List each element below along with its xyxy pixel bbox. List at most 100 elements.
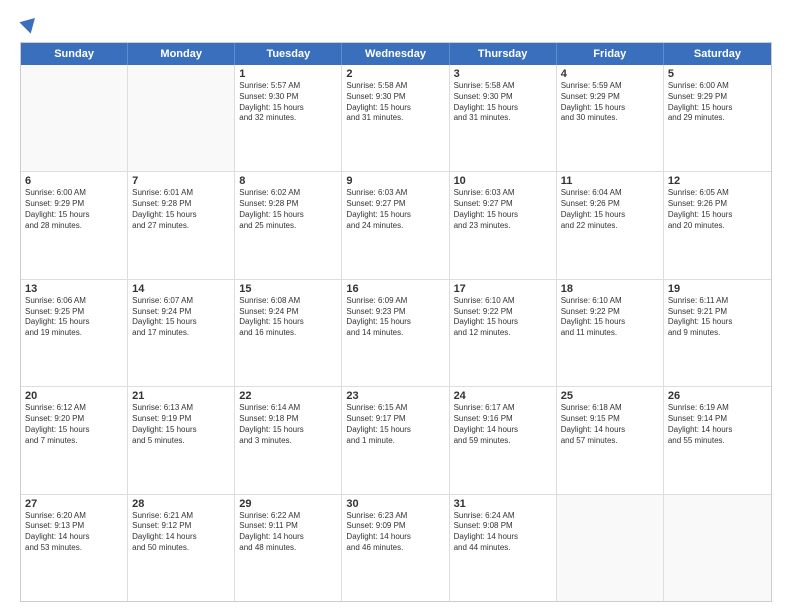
day-cell-22: 22Sunrise: 6:14 AMSunset: 9:18 PMDayligh… bbox=[235, 387, 342, 493]
cell-info: Sunrise: 6:21 AMSunset: 9:12 PMDaylight:… bbox=[132, 511, 230, 554]
day-cell-15: 15Sunrise: 6:08 AMSunset: 9:24 PMDayligh… bbox=[235, 280, 342, 386]
day-cell-29: 29Sunrise: 6:22 AMSunset: 9:11 PMDayligh… bbox=[235, 495, 342, 601]
cell-info: Sunrise: 6:04 AMSunset: 9:26 PMDaylight:… bbox=[561, 188, 659, 231]
cell-info: Sunrise: 6:19 AMSunset: 9:14 PMDaylight:… bbox=[668, 403, 767, 446]
cell-info: Sunrise: 6:14 AMSunset: 9:18 PMDaylight:… bbox=[239, 403, 337, 446]
cell-info: Sunrise: 6:10 AMSunset: 9:22 PMDaylight:… bbox=[561, 296, 659, 339]
calendar-row-2: 13Sunrise: 6:06 AMSunset: 9:25 PMDayligh… bbox=[21, 280, 771, 387]
day-number: 7 bbox=[132, 175, 230, 187]
cell-info: Sunrise: 5:57 AMSunset: 9:30 PMDaylight:… bbox=[239, 81, 337, 124]
header-day-thursday: Thursday bbox=[450, 43, 557, 65]
day-number: 24 bbox=[454, 390, 552, 402]
day-cell-26: 26Sunrise: 6:19 AMSunset: 9:14 PMDayligh… bbox=[664, 387, 771, 493]
header-day-friday: Friday bbox=[557, 43, 664, 65]
day-cell-23: 23Sunrise: 6:15 AMSunset: 9:17 PMDayligh… bbox=[342, 387, 449, 493]
logo-triangle-icon bbox=[19, 12, 40, 33]
calendar-row-3: 20Sunrise: 6:12 AMSunset: 9:20 PMDayligh… bbox=[21, 387, 771, 494]
day-number: 10 bbox=[454, 175, 552, 187]
calendar: SundayMondayTuesdayWednesdayThursdayFrid… bbox=[20, 42, 772, 602]
day-cell-6: 6Sunrise: 6:00 AMSunset: 9:29 PMDaylight… bbox=[21, 172, 128, 278]
day-number: 27 bbox=[25, 498, 123, 510]
day-number: 22 bbox=[239, 390, 337, 402]
day-number: 30 bbox=[346, 498, 444, 510]
day-number: 13 bbox=[25, 283, 123, 295]
day-number: 29 bbox=[239, 498, 337, 510]
day-cell-24: 24Sunrise: 6:17 AMSunset: 9:16 PMDayligh… bbox=[450, 387, 557, 493]
day-number: 26 bbox=[668, 390, 767, 402]
day-cell-11: 11Sunrise: 6:04 AMSunset: 9:26 PMDayligh… bbox=[557, 172, 664, 278]
header-day-sunday: Sunday bbox=[21, 43, 128, 65]
header bbox=[20, 16, 772, 34]
cell-info: Sunrise: 6:03 AMSunset: 9:27 PMDaylight:… bbox=[346, 188, 444, 231]
day-number: 15 bbox=[239, 283, 337, 295]
cell-info: Sunrise: 6:18 AMSunset: 9:15 PMDaylight:… bbox=[561, 403, 659, 446]
day-cell-7: 7Sunrise: 6:01 AMSunset: 9:28 PMDaylight… bbox=[128, 172, 235, 278]
header-day-tuesday: Tuesday bbox=[235, 43, 342, 65]
calendar-body: 1Sunrise: 5:57 AMSunset: 9:30 PMDaylight… bbox=[21, 65, 771, 601]
day-cell-8: 8Sunrise: 6:02 AMSunset: 9:28 PMDaylight… bbox=[235, 172, 342, 278]
header-day-wednesday: Wednesday bbox=[342, 43, 449, 65]
day-cell-14: 14Sunrise: 6:07 AMSunset: 9:24 PMDayligh… bbox=[128, 280, 235, 386]
day-number: 20 bbox=[25, 390, 123, 402]
day-number: 28 bbox=[132, 498, 230, 510]
day-number: 21 bbox=[132, 390, 230, 402]
header-day-monday: Monday bbox=[128, 43, 235, 65]
cell-info: Sunrise: 6:13 AMSunset: 9:19 PMDaylight:… bbox=[132, 403, 230, 446]
header-day-saturday: Saturday bbox=[664, 43, 771, 65]
day-number: 18 bbox=[561, 283, 659, 295]
day-cell-13: 13Sunrise: 6:06 AMSunset: 9:25 PMDayligh… bbox=[21, 280, 128, 386]
cell-info: Sunrise: 6:12 AMSunset: 9:20 PMDaylight:… bbox=[25, 403, 123, 446]
empty-cell bbox=[128, 65, 235, 171]
empty-cell bbox=[664, 495, 771, 601]
cell-info: Sunrise: 6:08 AMSunset: 9:24 PMDaylight:… bbox=[239, 296, 337, 339]
cell-info: Sunrise: 6:20 AMSunset: 9:13 PMDaylight:… bbox=[25, 511, 123, 554]
day-number: 14 bbox=[132, 283, 230, 295]
calendar-row-1: 6Sunrise: 6:00 AMSunset: 9:29 PMDaylight… bbox=[21, 172, 771, 279]
cell-info: Sunrise: 6:00 AMSunset: 9:29 PMDaylight:… bbox=[668, 81, 767, 124]
day-number: 2 bbox=[346, 68, 444, 80]
logo-text bbox=[20, 16, 38, 34]
day-cell-12: 12Sunrise: 6:05 AMSunset: 9:26 PMDayligh… bbox=[664, 172, 771, 278]
cell-info: Sunrise: 6:10 AMSunset: 9:22 PMDaylight:… bbox=[454, 296, 552, 339]
day-cell-18: 18Sunrise: 6:10 AMSunset: 9:22 PMDayligh… bbox=[557, 280, 664, 386]
day-cell-9: 9Sunrise: 6:03 AMSunset: 9:27 PMDaylight… bbox=[342, 172, 449, 278]
empty-cell bbox=[557, 495, 664, 601]
cell-info: Sunrise: 5:59 AMSunset: 9:29 PMDaylight:… bbox=[561, 81, 659, 124]
cell-info: Sunrise: 6:01 AMSunset: 9:28 PMDaylight:… bbox=[132, 188, 230, 231]
logo bbox=[20, 16, 38, 34]
cell-info: Sunrise: 6:15 AMSunset: 9:17 PMDaylight:… bbox=[346, 403, 444, 446]
day-number: 8 bbox=[239, 175, 337, 187]
empty-cell bbox=[21, 65, 128, 171]
day-number: 3 bbox=[454, 68, 552, 80]
day-cell-19: 19Sunrise: 6:11 AMSunset: 9:21 PMDayligh… bbox=[664, 280, 771, 386]
cell-info: Sunrise: 6:05 AMSunset: 9:26 PMDaylight:… bbox=[668, 188, 767, 231]
cell-info: Sunrise: 6:23 AMSunset: 9:09 PMDaylight:… bbox=[346, 511, 444, 554]
day-number: 19 bbox=[668, 283, 767, 295]
page: SundayMondayTuesdayWednesdayThursdayFrid… bbox=[0, 0, 792, 612]
day-cell-5: 5Sunrise: 6:00 AMSunset: 9:29 PMDaylight… bbox=[664, 65, 771, 171]
day-number: 9 bbox=[346, 175, 444, 187]
cell-info: Sunrise: 6:03 AMSunset: 9:27 PMDaylight:… bbox=[454, 188, 552, 231]
cell-info: Sunrise: 6:17 AMSunset: 9:16 PMDaylight:… bbox=[454, 403, 552, 446]
day-number: 25 bbox=[561, 390, 659, 402]
calendar-row-4: 27Sunrise: 6:20 AMSunset: 9:13 PMDayligh… bbox=[21, 495, 771, 601]
cell-info: Sunrise: 6:06 AMSunset: 9:25 PMDaylight:… bbox=[25, 296, 123, 339]
cell-info: Sunrise: 5:58 AMSunset: 9:30 PMDaylight:… bbox=[454, 81, 552, 124]
cell-info: Sunrise: 6:22 AMSunset: 9:11 PMDaylight:… bbox=[239, 511, 337, 554]
cell-info: Sunrise: 6:11 AMSunset: 9:21 PMDaylight:… bbox=[668, 296, 767, 339]
day-number: 23 bbox=[346, 390, 444, 402]
day-number: 6 bbox=[25, 175, 123, 187]
cell-info: Sunrise: 6:24 AMSunset: 9:08 PMDaylight:… bbox=[454, 511, 552, 554]
cell-info: Sunrise: 6:09 AMSunset: 9:23 PMDaylight:… bbox=[346, 296, 444, 339]
day-number: 12 bbox=[668, 175, 767, 187]
day-cell-31: 31Sunrise: 6:24 AMSunset: 9:08 PMDayligh… bbox=[450, 495, 557, 601]
day-cell-21: 21Sunrise: 6:13 AMSunset: 9:19 PMDayligh… bbox=[128, 387, 235, 493]
cell-info: Sunrise: 5:58 AMSunset: 9:30 PMDaylight:… bbox=[346, 81, 444, 124]
calendar-header: SundayMondayTuesdayWednesdayThursdayFrid… bbox=[21, 43, 771, 65]
day-number: 16 bbox=[346, 283, 444, 295]
day-cell-10: 10Sunrise: 6:03 AMSunset: 9:27 PMDayligh… bbox=[450, 172, 557, 278]
day-cell-4: 4Sunrise: 5:59 AMSunset: 9:29 PMDaylight… bbox=[557, 65, 664, 171]
day-cell-20: 20Sunrise: 6:12 AMSunset: 9:20 PMDayligh… bbox=[21, 387, 128, 493]
day-cell-27: 27Sunrise: 6:20 AMSunset: 9:13 PMDayligh… bbox=[21, 495, 128, 601]
day-cell-30: 30Sunrise: 6:23 AMSunset: 9:09 PMDayligh… bbox=[342, 495, 449, 601]
